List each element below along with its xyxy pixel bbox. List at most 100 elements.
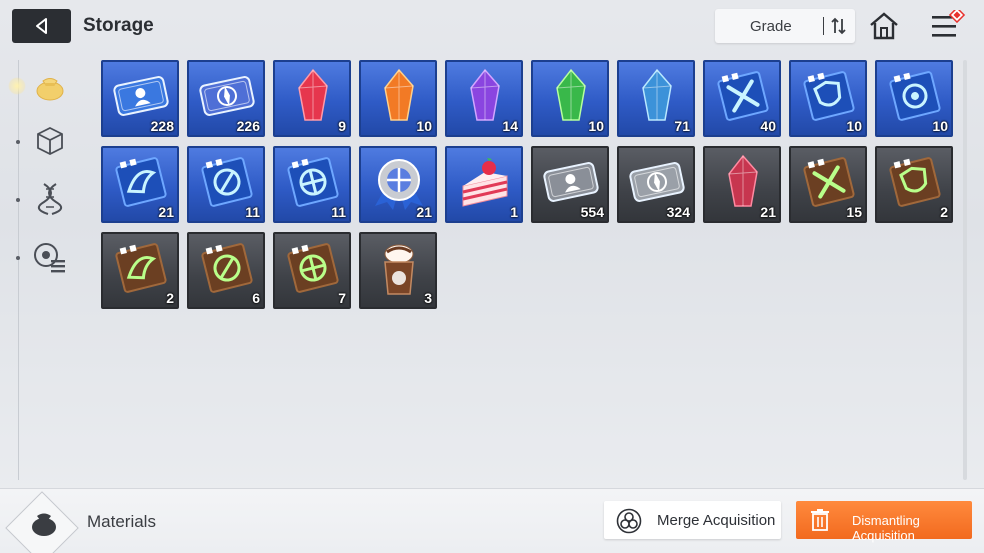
manual-cross-bronze-icon xyxy=(283,238,343,298)
notification-badge-icon xyxy=(948,6,966,24)
inventory-slot[interactable]: 2 xyxy=(875,146,953,223)
sidebar-dot xyxy=(16,198,20,202)
inventory-slot[interactable]: 1 xyxy=(445,146,523,223)
inventory-slot[interactable]: 9 xyxy=(273,60,351,137)
inventory-slot[interactable]: 554 xyxy=(531,146,609,223)
inventory-slot[interactable]: 324 xyxy=(617,146,695,223)
item-quantity: 21 xyxy=(760,204,776,220)
item-quantity: 11 xyxy=(245,204,260,220)
item-quantity: 15 xyxy=(846,204,862,220)
top-bar: Storage Grade xyxy=(0,0,984,52)
home-icon[interactable] xyxy=(868,11,900,41)
item-quantity: 21 xyxy=(158,204,174,220)
sidebar-dot xyxy=(16,140,20,144)
sort-label: Grade xyxy=(750,18,792,35)
manual-bird-bronze-icon xyxy=(111,238,171,298)
inventory-slot[interactable]: 10 xyxy=(789,60,867,137)
inventory-slot[interactable]: 14 xyxy=(445,60,523,137)
sidebar-item-materials[interactable] xyxy=(30,65,70,105)
dna-icon xyxy=(37,183,63,215)
inventory-slot[interactable]: 15 xyxy=(789,146,867,223)
inventory-slot[interactable]: 71 xyxy=(617,60,695,137)
crystal-orange-icon xyxy=(369,66,429,126)
manual-cross-icon xyxy=(283,152,343,212)
trash-icon xyxy=(811,509,829,531)
manual-sword-icon xyxy=(713,66,773,126)
ticket-user-icon xyxy=(111,66,171,126)
inventory-slot[interactable]: 228 xyxy=(101,60,179,137)
sort-divider xyxy=(823,17,824,35)
item-quantity: 2 xyxy=(166,290,174,306)
item-quantity: 14 xyxy=(502,118,518,134)
inventory-slot[interactable]: 7 xyxy=(273,232,351,309)
merge-acquisition-button[interactable]: Merge Acquisition xyxy=(604,501,781,539)
item-quantity: 3 xyxy=(424,290,432,306)
medal-badge-icon xyxy=(369,152,429,212)
sort-dropdown[interactable]: Grade xyxy=(715,9,855,43)
item-quantity: 10 xyxy=(846,118,862,134)
inventory-slot[interactable]: 226 xyxy=(187,60,265,137)
item-quantity: 6 xyxy=(252,290,260,306)
ticket-compass-silver-icon xyxy=(627,152,687,212)
inventory-slot[interactable]: 3 xyxy=(359,232,437,309)
item-quantity: 40 xyxy=(760,118,776,134)
inventory-slot[interactable]: 10 xyxy=(875,60,953,137)
inventory-slot[interactable]: 11 xyxy=(187,146,265,223)
dismantling-acquisition-label: Dismantling Acquisition xyxy=(852,513,920,543)
item-quantity: 324 xyxy=(666,204,690,220)
materials-pouch-icon xyxy=(32,513,56,536)
item-quantity: 9 xyxy=(338,118,346,134)
manual-bird-icon xyxy=(111,152,171,212)
active-indicator xyxy=(8,77,26,95)
sidebar-item-genes[interactable] xyxy=(30,179,70,219)
manual-shield-bronze-icon xyxy=(885,152,945,212)
inventory-slot[interactable]: 2 xyxy=(101,232,179,309)
crystal-green-icon xyxy=(541,66,601,126)
item-quantity: 1 xyxy=(510,204,518,220)
menu-button[interactable] xyxy=(928,6,968,47)
crystal-red-icon xyxy=(283,66,343,126)
merge-icon xyxy=(616,508,642,534)
inventory-slot[interactable]: 6 xyxy=(187,232,265,309)
ticket-compass-icon xyxy=(197,66,257,126)
inventory-slot[interactable]: 40 xyxy=(703,60,781,137)
item-quantity: 10 xyxy=(932,118,948,134)
item-quantity: 228 xyxy=(150,118,174,134)
inventory-slot[interactable]: 10 xyxy=(359,60,437,137)
sidebar-dot xyxy=(16,256,20,260)
back-arrow-icon xyxy=(35,18,47,34)
sidebar-item-badges[interactable] xyxy=(30,237,70,277)
item-quantity: 71 xyxy=(674,118,690,134)
page-title: Storage xyxy=(83,15,154,36)
sidebar-item-equipment[interactable] xyxy=(30,121,70,161)
crystal-pink-icon xyxy=(713,152,773,212)
merge-acquisition-label: Merge Acquisition xyxy=(657,512,776,529)
item-quantity: 7 xyxy=(338,290,346,306)
strawberry-cake-icon xyxy=(455,152,515,212)
manual-shield-icon xyxy=(799,66,859,126)
chocolate-frappe-icon xyxy=(369,238,429,298)
pouch-icon xyxy=(36,78,64,101)
category-label: Materials xyxy=(87,512,156,531)
item-quantity: 10 xyxy=(588,118,604,134)
inventory-slot[interactable]: 21 xyxy=(101,146,179,223)
badge-list-icon xyxy=(34,243,65,273)
item-quantity: 11 xyxy=(331,204,346,220)
sidebar-track xyxy=(18,60,19,480)
inventory-slot[interactable]: 11 xyxy=(273,146,351,223)
sort-order-icon[interactable] xyxy=(829,15,849,37)
inventory-slot[interactable]: 21 xyxy=(359,146,437,223)
dismantling-acquisition-button[interactable]: Dismantling Acquisition xyxy=(796,501,972,543)
item-quantity: 554 xyxy=(580,204,604,220)
manual-compass-icon xyxy=(197,152,257,212)
inventory-slot[interactable]: 21 xyxy=(703,146,781,223)
inventory-slot[interactable]: 10 xyxy=(531,60,609,137)
item-quantity: 2 xyxy=(940,204,948,220)
back-button[interactable] xyxy=(12,9,71,43)
item-quantity: 21 xyxy=(416,204,432,220)
manual-compass-bronze-icon xyxy=(197,238,257,298)
crystal-blue-icon xyxy=(627,66,687,126)
item-quantity: 10 xyxy=(416,118,432,134)
hamburger-menu-icon xyxy=(932,6,966,37)
scrollbar[interactable] xyxy=(963,60,967,480)
